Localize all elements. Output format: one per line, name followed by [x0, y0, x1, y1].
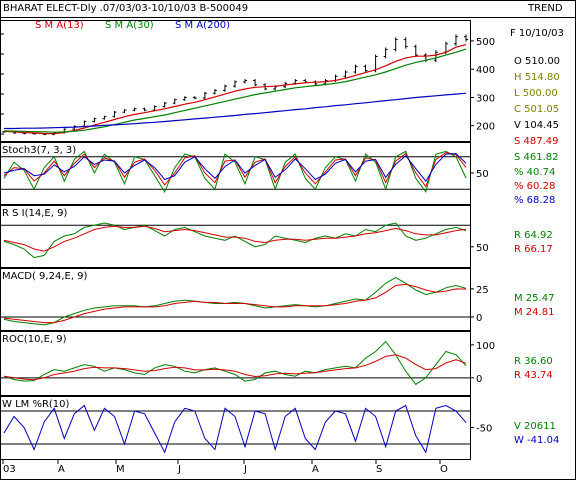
sma30-legend: S M A(30)	[105, 20, 154, 31]
y-tick-label: 400	[476, 65, 495, 76]
indicator-info-value: % 68.28	[514, 195, 555, 206]
x-tick-label: 03	[3, 464, 16, 475]
y-tick-label: -50	[476, 424, 492, 435]
sma200-legend: S M A(200)	[175, 20, 230, 31]
trend-label: TREND	[527, 3, 563, 14]
info-date: F 10/10/03	[510, 28, 564, 39]
sma13-line	[3, 44, 467, 135]
indicator-series-line	[3, 354, 467, 381]
x-tick-label: M	[116, 464, 125, 475]
rsi-title: R S I(14,E, 9)	[2, 208, 67, 219]
chart-canvas: BHARAT ELECT-Dly .07/03/03-10/10/03 B-50…	[0, 0, 576, 480]
indicator-series-line	[3, 153, 467, 182]
price-info-value: C 501.05	[514, 104, 559, 115]
price-info-value: O 510.00	[514, 56, 560, 67]
price-info-value: S 461.82	[514, 152, 559, 163]
indicator-series-line	[3, 404, 467, 454]
indicator-info-value: R 64.92	[514, 230, 553, 241]
indicator-info-value: R 36.60	[514, 356, 553, 367]
x-tick-label: O	[440, 464, 448, 475]
indicator-info-value: M 24.81	[514, 307, 554, 318]
indicator-info-value: % 40.74	[514, 167, 555, 178]
wlm-title: W LM %R(10)	[2, 399, 70, 410]
y-tick-label: 0	[476, 374, 482, 385]
chart-title: BHARAT ELECT-Dly .07/03/03-10/10/03 B-50…	[3, 3, 248, 14]
y-tick-label: 50	[476, 169, 489, 180]
indicator-info-value: V 20611	[514, 421, 556, 432]
y-tick-label: 0	[476, 313, 482, 324]
x-tick-label: A	[58, 464, 65, 475]
indicator-series-line	[3, 151, 467, 188]
x-tick-label: A	[312, 464, 319, 475]
stoch-title: Stoch3(7, 3, 3)	[2, 145, 76, 156]
x-tick-label: S	[376, 464, 382, 475]
x-tick-label: J	[243, 464, 247, 475]
panel-frame	[0, 396, 471, 460]
roc-title: ROC(10,E, 9)	[2, 334, 67, 345]
indicator-series-line	[3, 225, 467, 252]
y-tick-label: 100	[476, 341, 495, 352]
price-info-value: L 500.00	[514, 88, 558, 99]
sma13-legend: S M A(13)	[35, 20, 84, 31]
macd-title: MACD( 9,24,E, 9)	[2, 271, 88, 282]
y-tick-label: 300	[476, 93, 495, 104]
indicator-info-value: % 60.28	[514, 181, 555, 192]
indicator-info-value: W -41.04	[514, 435, 559, 446]
indicator-series-line	[3, 150, 467, 194]
panel-frame	[0, 331, 471, 396]
y-tick-label: 200	[476, 122, 495, 133]
indicator-info-value: R 66.17	[514, 244, 553, 255]
indicator-info-value: M 25.47	[514, 293, 554, 304]
price-info-value: S 487.49	[514, 136, 559, 147]
technical-chart: BHARAT ELECT-Dly .07/03/03-10/10/03 B-50…	[0, 0, 576, 480]
y-tick-label: 50	[476, 243, 489, 254]
indicator-info-value: R 43.74	[514, 370, 553, 381]
price-info-value: V 104.45	[514, 120, 559, 131]
y-tick-label: 25	[476, 285, 489, 296]
price-info-value: H 514.80	[514, 72, 560, 83]
y-tick-label: 500	[476, 37, 495, 48]
x-tick-label: J	[177, 464, 181, 475]
